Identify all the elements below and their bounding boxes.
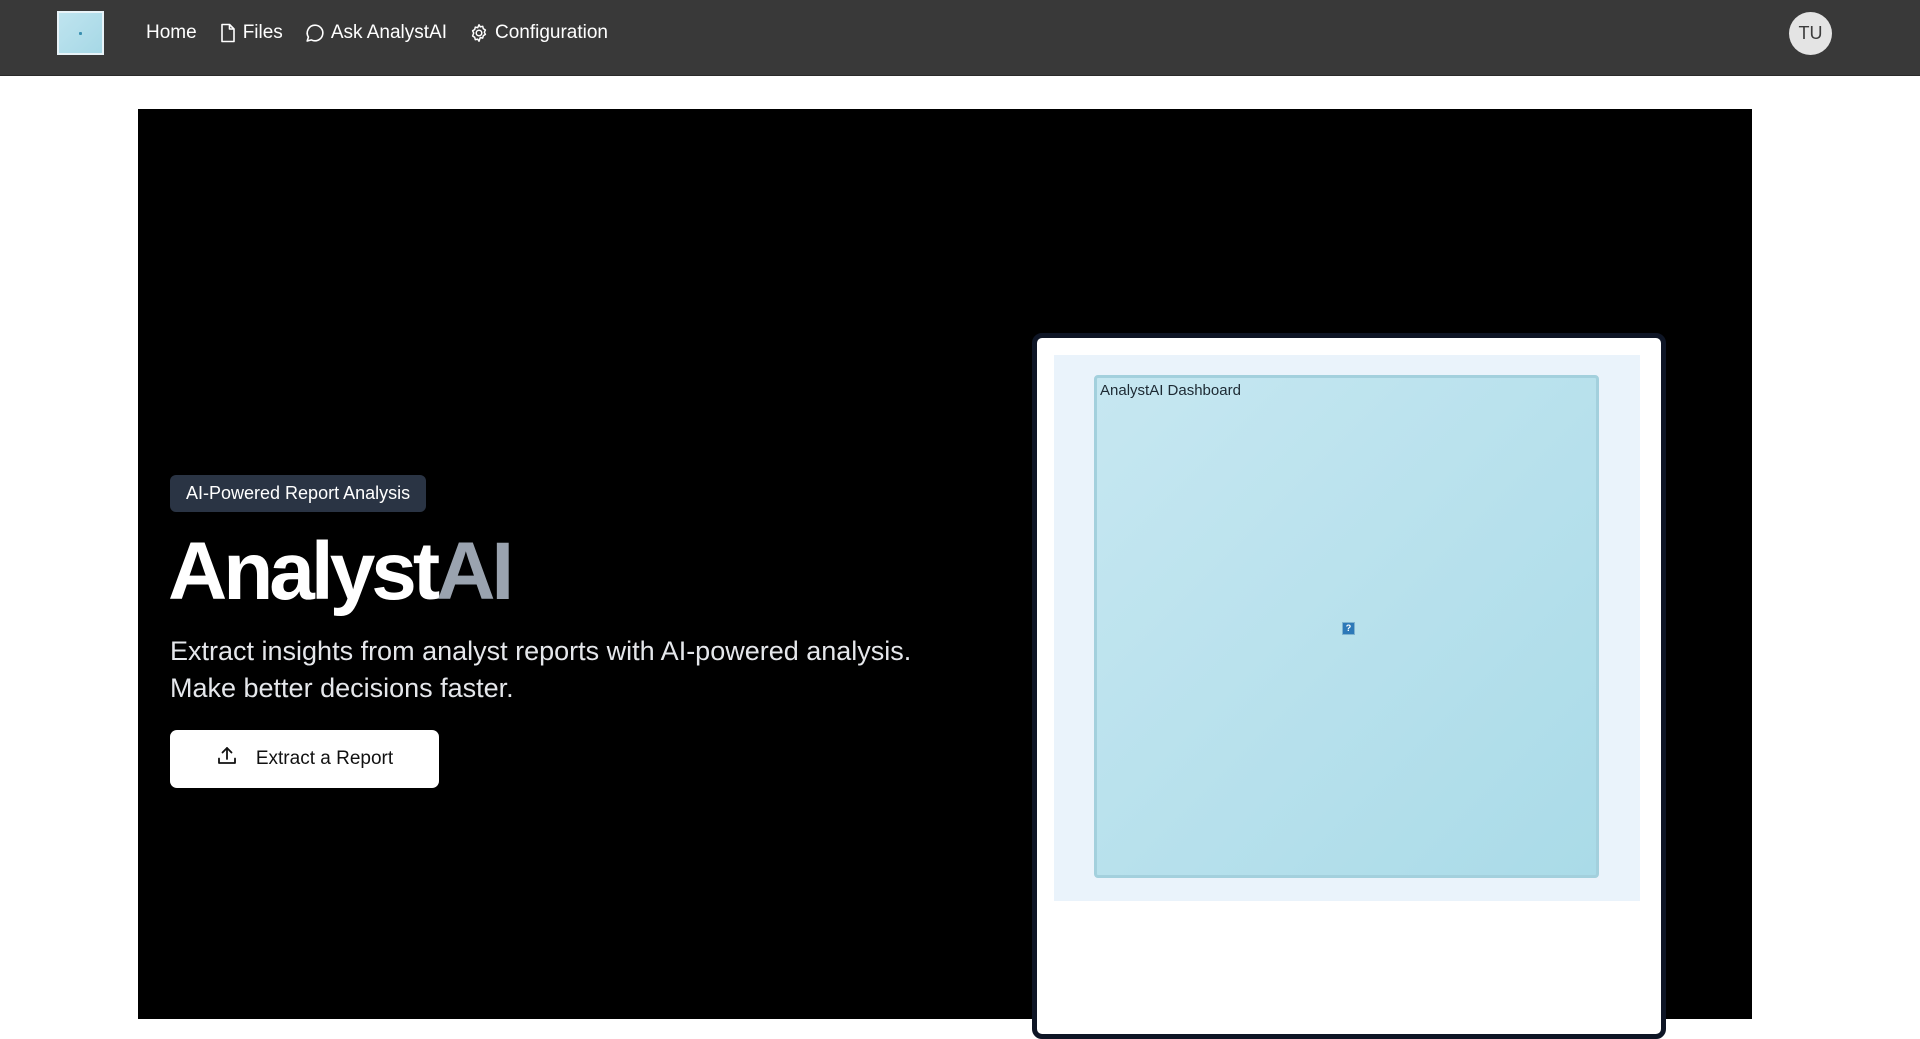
app-logo[interactable] bbox=[57, 11, 104, 55]
feature-badge: AI-Powered Report Analysis bbox=[170, 475, 427, 512]
nav-home[interactable]: Home bbox=[146, 22, 197, 44]
dashboard-preview-card: AnalystAI Dashboard ? bbox=[1032, 333, 1666, 1039]
hero-title: AnalystAI bbox=[168, 531, 514, 613]
dashboard-preview-area: AnalystAI Dashboard ? bbox=[1054, 355, 1640, 901]
feature-badge-label: AI-Powered Report Analysis bbox=[186, 483, 411, 503]
hero-title-accent: AI bbox=[436, 526, 514, 617]
dashboard-preview-image: AnalystAI Dashboard ? bbox=[1094, 375, 1599, 878]
nav-ask-analystai[interactable]: Ask AnalystAI bbox=[305, 22, 447, 44]
hero-subtitle-line1: Extract insights from analyst reports wi… bbox=[170, 636, 912, 666]
nav-configuration-label: Configuration bbox=[494, 22, 609, 43]
hero-section: AI-Powered Report Analysis AnalystAI Ext… bbox=[138, 109, 1752, 1039]
file-icon bbox=[219, 23, 237, 43]
main-nav: Home Files Ask AnalystAI Configuration bbox=[146, 0, 608, 66]
hero-title-main: Analyst bbox=[168, 526, 440, 617]
extract-report-label: Extract a Report bbox=[255, 748, 394, 769]
user-avatar[interactable]: TU bbox=[1789, 12, 1832, 55]
nav-home-label: Home bbox=[146, 22, 197, 43]
nav-files-label: Files bbox=[242, 22, 283, 43]
hero-subtitle-line2: Make better decisions faster. bbox=[170, 673, 514, 703]
logo-mark bbox=[79, 31, 82, 35]
chat-bubble-icon bbox=[305, 23, 325, 43]
dashboard-preview-title: AnalystAI Dashboard bbox=[1100, 382, 1241, 399]
avatar-initials: TU bbox=[1798, 23, 1823, 43]
nav-configuration[interactable]: Configuration bbox=[469, 22, 608, 44]
extract-report-button[interactable]: Extract a Report bbox=[170, 730, 439, 788]
nav-ask-label: Ask AnalystAI bbox=[330, 22, 447, 43]
top-navbar: Home Files Ask AnalystAI Configuration T… bbox=[0, 0, 1920, 76]
upload-icon bbox=[216, 745, 238, 773]
nav-files[interactable]: Files bbox=[219, 22, 283, 44]
hero-subtitle: Extract insights from analyst reports wi… bbox=[170, 633, 930, 707]
broken-image-icon: ? bbox=[1342, 622, 1355, 635]
gear-icon bbox=[469, 23, 489, 43]
